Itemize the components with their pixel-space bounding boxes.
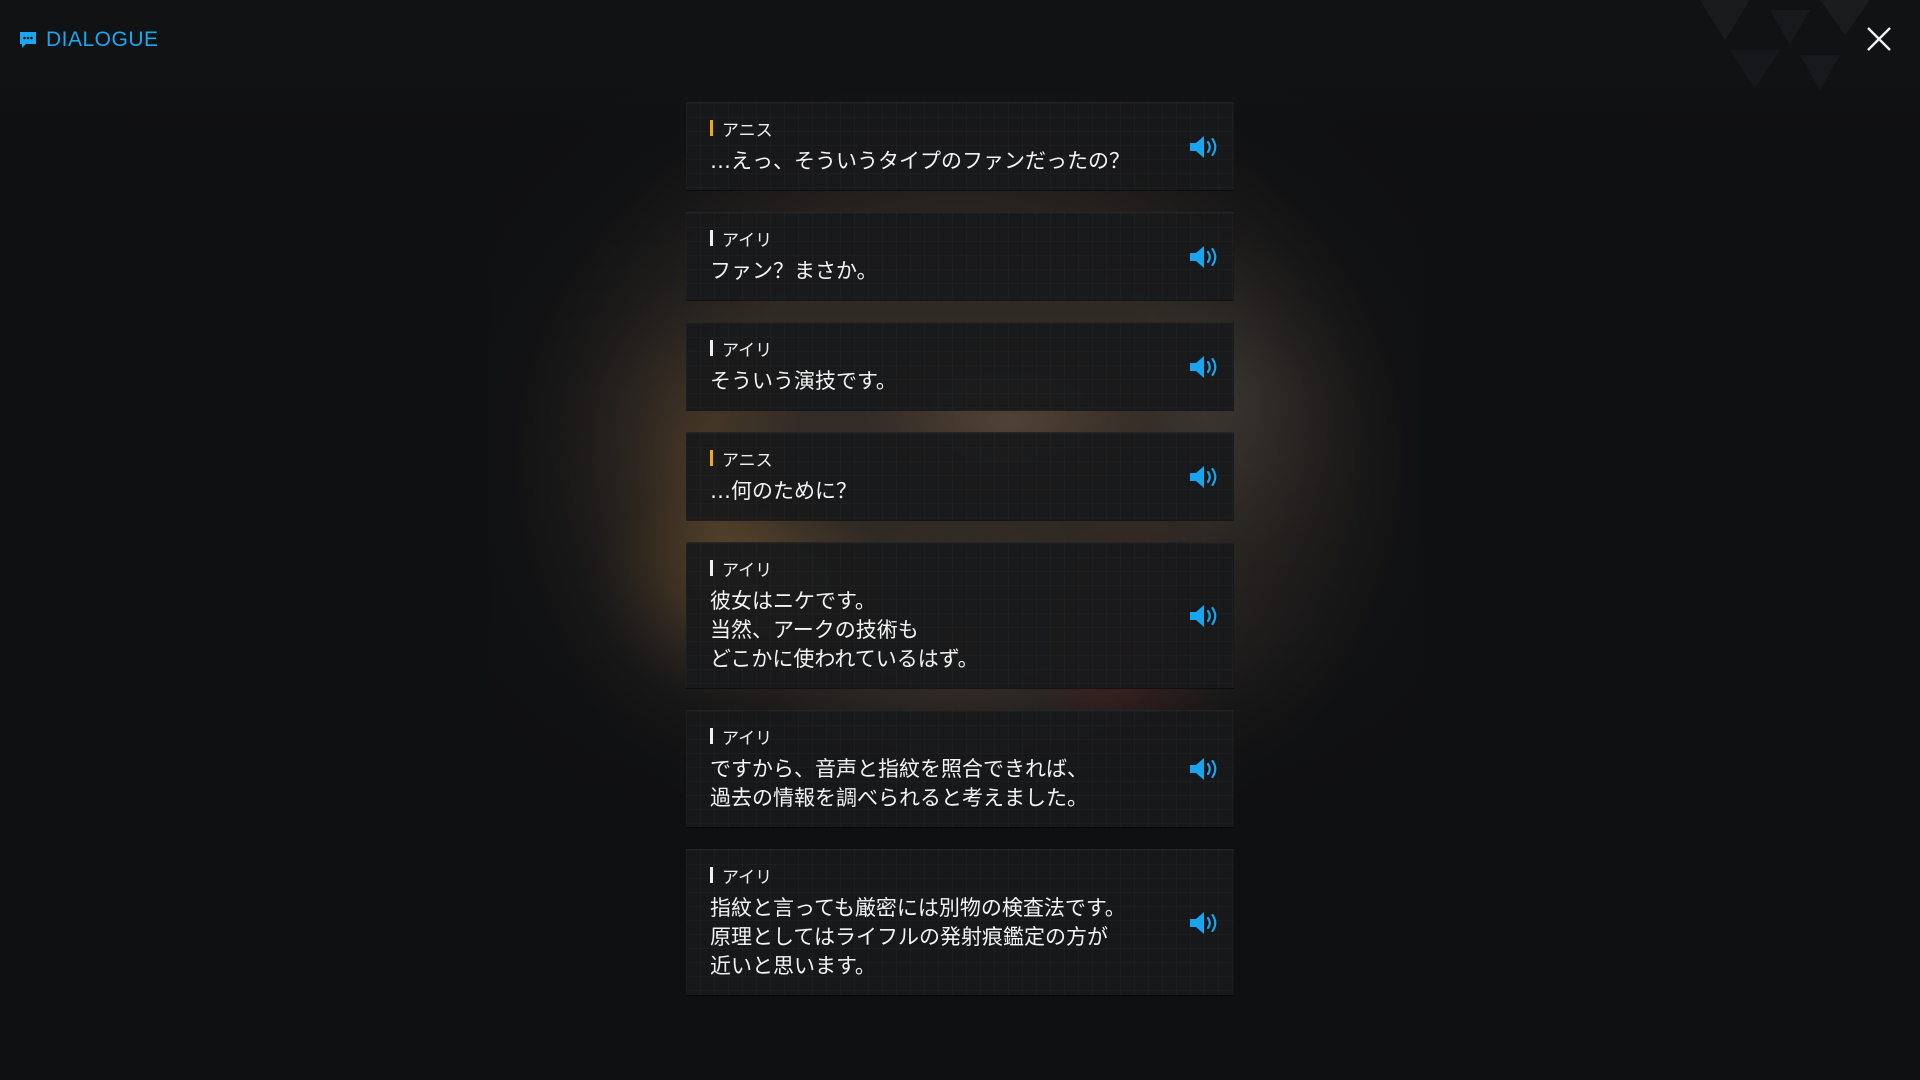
chat-bubble-icon <box>18 30 38 50</box>
speaker-marker <box>710 560 713 576</box>
speaker-name: アイリ <box>722 728 773 749</box>
speaker-name-row: アイリ <box>710 864 1144 888</box>
dialogue-entry: アイリ 彼女はニケです。 当然、アークの技術も どこかに使われているはず。 <box>686 542 1234 688</box>
speaker-volume-icon <box>1190 465 1217 488</box>
speaker-volume-icon <box>1190 758 1217 780</box>
dialogue-entry: アイリ 指紋と言っても厳密には別物の検査法です。 原理としてはライフルの発射痕鑑… <box>686 849 1234 995</box>
speaker-name-row: アニス <box>710 447 1144 471</box>
speaker-marker <box>710 867 713 883</box>
dialogue-text: …何のために？ <box>710 479 857 503</box>
dialogue-log-list[interactable]: アニス …えっ、そういうタイプのファンだったの？ アイリ ファン？まさか。 アイ… <box>686 102 1234 1017</box>
speaker-name-row: アイリ <box>710 725 1144 749</box>
dialogue-entry: アイリ そういう演技です。 <box>686 322 1234 410</box>
dialogue-text: そういう演技です。 <box>710 369 897 393</box>
speaker-marker <box>710 120 713 136</box>
dialogue-header: DIALOGUE <box>18 28 159 52</box>
dialogue-log-screen: DIALOGUE アニス …えっ、そういうタイプのファンだったの？ アイリ ファ… <box>0 0 1920 1080</box>
dialogue-title: DIALOGUE <box>46 28 159 51</box>
speaker-volume-icon <box>1190 135 1217 158</box>
voice-replay-button[interactable] <box>1188 755 1224 783</box>
dialogue-entry: アイリ ですから、音声と指紋を照合できれば、 過去の情報を調べられると考えました… <box>686 710 1234 827</box>
dialogue-entry: アイリ ファン？まさか。 <box>686 212 1234 300</box>
speaker-name: アイリ <box>722 230 773 251</box>
dialogue-text: ファン？まさか。 <box>710 259 878 283</box>
close-button[interactable] <box>1864 24 1894 54</box>
voice-replay-button[interactable] <box>1188 463 1224 491</box>
voice-replay-button[interactable] <box>1188 602 1224 630</box>
speaker-marker <box>710 340 713 356</box>
speaker-volume-icon <box>1190 245 1217 268</box>
voice-replay-button[interactable] <box>1188 243 1224 271</box>
speaker-name: アイリ <box>722 340 773 361</box>
speaker-volume-icon <box>1190 911 1217 934</box>
speaker-name: アニス <box>722 120 773 141</box>
speaker-name-row: アニス <box>710 117 1144 141</box>
voice-replay-button[interactable] <box>1188 353 1224 381</box>
speaker-volume-icon <box>1190 604 1217 627</box>
speaker-marker <box>710 230 713 246</box>
voice-replay-button[interactable] <box>1188 133 1224 161</box>
close-icon <box>1867 27 1891 51</box>
speaker-name: アイリ <box>722 867 773 888</box>
dialogue-entry: アニス …何のために？ <box>686 432 1234 520</box>
dialogue-text: …えっ、そういうタイプのファンだったの？ <box>710 149 1130 173</box>
speaker-marker <box>710 728 713 744</box>
speaker-name-row: アイリ <box>710 557 1144 581</box>
speaker-name: アニス <box>722 450 773 471</box>
voice-replay-button[interactable] <box>1188 909 1224 937</box>
speaker-marker <box>710 450 713 466</box>
speaker-volume-icon <box>1190 355 1217 378</box>
dialogue-text: 指紋と言っても厳密には別物の検査法です。 原理としてはライフルの発射痕鑑定の方が… <box>710 896 1126 978</box>
speaker-name-row: アイリ <box>710 227 1144 251</box>
dialogue-entry: アニス …えっ、そういうタイプのファンだったの？ <box>686 102 1234 190</box>
speaker-name: アイリ <box>722 560 773 581</box>
dialogue-text: ですから、音声と指紋を照合できれば、 過去の情報を調べられると考えました。 <box>710 757 1088 810</box>
dialogue-text: 彼女はニケです。 当然、アークの技術も どこかに使われているはず。 <box>710 589 979 671</box>
speaker-name-row: アイリ <box>710 337 1144 361</box>
